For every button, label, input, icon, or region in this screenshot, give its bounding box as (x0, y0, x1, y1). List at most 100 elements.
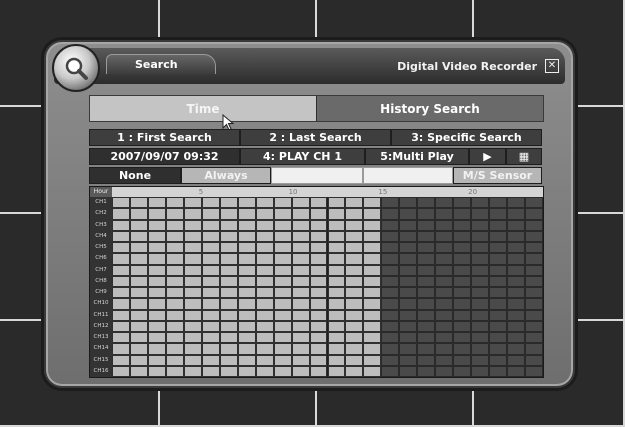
timeline-cell-recorded[interactable] (165, 365, 184, 377)
timeline-cell-recorded[interactable] (219, 287, 238, 299)
timeline-cell-recorded[interactable] (363, 332, 382, 344)
timeline-cell-empty[interactable] (453, 208, 472, 220)
timeline-cell-recorded[interactable] (183, 275, 202, 287)
timeline-cell-recorded[interactable] (327, 264, 346, 276)
timeline-cell-empty[interactable] (453, 343, 472, 355)
timeline-cell-recorded[interactable] (273, 253, 292, 265)
timeline-cell-empty[interactable] (453, 197, 472, 209)
timeline-cell-recorded[interactable] (183, 253, 202, 265)
timeline-cell-empty[interactable] (399, 332, 418, 344)
timeline-cell-recorded[interactable] (345, 197, 364, 209)
timeline-cell-recorded[interactable] (363, 365, 382, 377)
timeline-cell-empty[interactable] (399, 253, 418, 265)
timeline-cell-empty[interactable] (507, 309, 526, 321)
timeline-cell-recorded[interactable] (237, 264, 256, 276)
timeline-cell-empty[interactable] (435, 309, 454, 321)
last-search-button[interactable]: 2 : Last Search (240, 129, 391, 146)
timeline-cell-empty[interactable] (417, 320, 436, 332)
timeline-cell-empty[interactable] (525, 219, 543, 231)
timeline-cell-empty[interactable] (507, 208, 526, 220)
timeline-cell-empty[interactable] (471, 354, 490, 366)
timeline-cell-empty[interactable] (507, 197, 526, 209)
timeline-cell-empty[interactable] (399, 242, 418, 254)
timeline-cell-empty[interactable] (435, 298, 454, 310)
timeline-cell-empty[interactable] (471, 320, 490, 332)
timeline-cell-recorded[interactable] (219, 197, 238, 209)
timeline-cell-recorded[interactable] (165, 343, 184, 355)
timeline-cell-recorded[interactable] (291, 253, 310, 265)
timeline-cell-empty[interactable] (381, 197, 400, 209)
timeline-cell-recorded[interactable] (219, 298, 238, 310)
timeline-cell-recorded[interactable] (129, 343, 148, 355)
timeline-cell-recorded[interactable] (201, 264, 220, 276)
timeline-cell-empty[interactable] (507, 275, 526, 287)
timeline-cell-empty[interactable] (489, 320, 508, 332)
datetime-field[interactable]: 2007/09/07 09:32 (89, 148, 240, 165)
timeline-cell-recorded[interactable] (327, 197, 346, 209)
timeline-cell-recorded[interactable] (201, 354, 220, 366)
timeline-cell-recorded[interactable] (345, 354, 364, 366)
timeline-cell-recorded[interactable] (219, 219, 238, 231)
timeline-cell-recorded[interactable] (147, 343, 166, 355)
timeline-cell-recorded[interactable] (363, 264, 382, 276)
timeline-cell-empty[interactable] (453, 219, 472, 231)
timeline-cell-recorded[interactable] (165, 298, 184, 310)
timeline-cell-recorded[interactable] (255, 264, 274, 276)
timeline-cell-empty[interactable] (417, 264, 436, 276)
timeline-cell-recorded[interactable] (309, 253, 328, 265)
timeline-cell-recorded[interactable] (165, 264, 184, 276)
play-icon[interactable]: ▶ (469, 148, 506, 165)
timeline-cell-recorded[interactable] (112, 197, 130, 209)
multi-play-button[interactable]: 5:Multi Play (365, 148, 469, 165)
timeline-cell-recorded[interactable] (363, 242, 382, 254)
timeline-cell-recorded[interactable] (327, 242, 346, 254)
timeline-cell-empty[interactable] (399, 208, 418, 220)
timeline-cell-recorded[interactable] (201, 298, 220, 310)
timeline-cell-recorded[interactable] (327, 219, 346, 231)
timeline-cell-empty[interactable] (381, 264, 400, 276)
timeline-cell-empty[interactable] (525, 197, 543, 209)
timeline-cell-recorded[interactable] (112, 230, 130, 242)
timeline-cell-recorded[interactable] (327, 287, 346, 299)
timeline-cell-empty[interactable] (399, 230, 418, 242)
timeline-cell-recorded[interactable] (183, 298, 202, 310)
timeline-cell-recorded[interactable] (309, 230, 328, 242)
timeline-cell-recorded[interactable] (273, 343, 292, 355)
timeline-cell-recorded[interactable] (291, 320, 310, 332)
timeline-cell-recorded[interactable] (255, 365, 274, 377)
timeline-cell-recorded[interactable] (237, 197, 256, 209)
timeline-cell-recorded[interactable] (327, 332, 346, 344)
timeline-cell-empty[interactable] (453, 320, 472, 332)
timeline-cell-empty[interactable] (435, 320, 454, 332)
timeline-cell-recorded[interactable] (129, 298, 148, 310)
timeline-cell-recorded[interactable] (291, 309, 310, 321)
timeline-cell-recorded[interactable] (345, 365, 364, 377)
timeline-cell-recorded[interactable] (147, 242, 166, 254)
timeline-cell-empty[interactable] (435, 242, 454, 254)
timeline-cell-recorded[interactable] (112, 332, 130, 344)
timeline-cell-recorded[interactable] (201, 253, 220, 265)
timeline-cell-recorded[interactable] (147, 197, 166, 209)
timeline-cell-recorded[interactable] (309, 197, 328, 209)
timeline-cell-recorded[interactable] (345, 275, 364, 287)
timeline-cell-recorded[interactable] (291, 219, 310, 231)
timeline-cell-empty[interactable] (489, 309, 508, 321)
timeline-cell-empty[interactable] (453, 230, 472, 242)
search-tab[interactable]: Search (106, 54, 216, 74)
specific-search-button[interactable]: 3: Specific Search (391, 129, 542, 146)
timeline-cell-recorded[interactable] (309, 287, 328, 299)
timeline-cell-recorded[interactable] (237, 298, 256, 310)
timeline-cell-recorded[interactable] (291, 365, 310, 377)
timeline-cell-empty[interactable] (471, 298, 490, 310)
timeline-cell-empty[interactable] (435, 287, 454, 299)
timeline-cell-recorded[interactable] (165, 242, 184, 254)
timeline-cell-recorded[interactable] (309, 219, 328, 231)
timeline-cell-recorded[interactable] (345, 242, 364, 254)
timeline-cell-empty[interactable] (399, 197, 418, 209)
timeline-cell-empty[interactable] (399, 354, 418, 366)
timeline-cell-recorded[interactable] (273, 230, 292, 242)
timeline-cell-recorded[interactable] (273, 219, 292, 231)
filter-always[interactable]: Always (181, 167, 271, 184)
timeline-cell-recorded[interactable] (291, 264, 310, 276)
timeline-cell-recorded[interactable] (363, 275, 382, 287)
